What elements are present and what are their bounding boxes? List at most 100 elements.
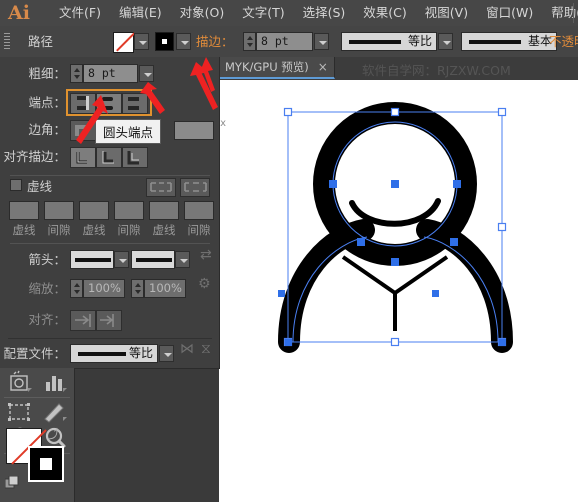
stroke-weight-link[interactable]: 描边：	[196, 26, 234, 58]
stroke-swatch[interactable]	[155, 32, 174, 51]
link-scales-icon[interactable]: ⚙	[198, 276, 211, 292]
arrowhead-label: 箭头：	[28, 252, 66, 267]
panel-weight-dropdown[interactable]	[139, 65, 154, 82]
panel-weight-stepper[interactable]	[70, 64, 83, 83]
menu-item-effect[interactable]: 效果(C)	[354, 0, 415, 26]
illustrator-window: Ai 文件(F) 编辑(E) 对象(O) 文字(T) 选择(S) 效果(C) 视…	[0, 0, 578, 502]
width-profile-panel-dropdown[interactable]	[159, 345, 174, 362]
round-cap-tooltip: 圆头端点	[95, 119, 162, 144]
bbox-handle-mr	[497, 222, 507, 232]
dash-sublabel-6: 间隙	[187, 223, 211, 237]
gap-field-3[interactable]	[184, 201, 214, 220]
width-profile-select[interactable]: 等比	[341, 32, 437, 51]
anchor-bottom-right	[499, 339, 506, 346]
arrowhead-end-dropdown[interactable]	[175, 251, 190, 268]
document-tab-label: MYK/GPU 预览)	[225, 60, 309, 74]
watermark-text: 软件自学网：RJZXW.COM	[362, 63, 511, 78]
stroke-color-swatch[interactable]	[28, 446, 64, 482]
arrowhead-start-dropdown[interactable]	[114, 251, 129, 268]
dash-preserve-exact-button[interactable]	[146, 178, 176, 197]
swap-arrowheads-icon[interactable]: ⇄	[200, 247, 212, 263]
width-profile-panel-select[interactable]: 等比	[70, 344, 158, 363]
document-tab[interactable]: MYK/GPU 预览) ×	[219, 57, 335, 79]
close-icon[interactable]: ×	[318, 61, 328, 73]
brush-definition-select[interactable]: 基本	[461, 32, 557, 51]
dashed-line-checkbox[interactable]	[10, 179, 22, 191]
corner-label: 边角：	[28, 122, 66, 137]
corner-miter-button[interactable]	[70, 120, 96, 141]
extend-arrow-beyond-end-button[interactable]	[70, 310, 96, 331]
dash-field-2[interactable]	[79, 201, 109, 220]
fill-swatch-dropdown[interactable]	[134, 33, 149, 50]
gap-field-2[interactable]	[114, 201, 144, 220]
stroke-weight-field[interactable]: 8 pt	[256, 32, 313, 51]
opacity-link[interactable]: 不透明	[549, 26, 578, 58]
fill-swatch[interactable]	[113, 32, 134, 53]
bbox-handle-bm	[390, 337, 400, 347]
app-logo: Ai	[8, 2, 30, 24]
menu-item-view[interactable]: 视图(V)	[416, 0, 477, 26]
arrow-scale-end-stepper[interactable]	[131, 279, 144, 298]
dash-adjust-button[interactable]	[180, 178, 210, 197]
profile-label: 配置文件：	[3, 346, 66, 361]
dash-field-3[interactable]	[149, 201, 179, 220]
align-stroke-inside-button[interactable]	[96, 147, 122, 168]
object-type-label: 路径	[28, 34, 54, 49]
graph-tool-icon[interactable]	[37, 370, 74, 398]
panel-weight-field[interactable]: 8 pt	[83, 64, 138, 83]
cap-square-button[interactable]	[122, 93, 148, 114]
flip-along-icon[interactable]: ⋈	[180, 341, 194, 357]
dash-sublabel-2: 间隙	[47, 223, 71, 237]
cap-round-button[interactable]	[96, 93, 122, 114]
stroke-swatch-dropdown[interactable]	[176, 33, 191, 50]
cap-label: 端点：	[28, 95, 66, 110]
align-stroke-label: 对齐描边：	[3, 149, 66, 164]
arrowhead-start-select[interactable]	[70, 250, 114, 269]
menu-item-file[interactable]: 文件(F)	[50, 0, 110, 26]
flip-across-icon[interactable]: ⧖	[201, 341, 211, 357]
artboard-tool-icon[interactable]	[2, 370, 39, 398]
stroke-weight-stepper[interactable]	[243, 32, 256, 51]
anchor-head-bl	[357, 238, 365, 246]
knife-tool-icon[interactable]	[37, 399, 74, 427]
width-profile-value: 等比	[407, 34, 432, 48]
anchor-head-bottom	[391, 258, 399, 266]
gap-field-1[interactable]	[44, 201, 74, 220]
panel-weight-value: 8 pt	[88, 66, 116, 80]
menu-item-window[interactable]: 窗口(W)	[477, 0, 542, 26]
bbox-handle-tr	[497, 107, 507, 117]
anchor-head-right	[453, 180, 461, 188]
stroke-weight-value: 8 pt	[261, 34, 289, 48]
stroke-weight-dropdown[interactable]	[314, 33, 329, 50]
anchor-head-left	[329, 180, 337, 188]
anchor-left-shoulder	[278, 290, 285, 297]
arrow-scale-start-value: 100%	[88, 281, 121, 295]
anchor-right-shoulder	[432, 290, 439, 297]
miter-limit-field[interactable]	[174, 121, 214, 140]
stroke-panel: 粗细： 8 pt 端点： 边角： x 对齐描边： 虚线 虚线 间隙 虚线 间隙 …	[0, 57, 226, 369]
width-profile-dropdown[interactable]	[438, 33, 453, 50]
menu-item-object[interactable]: 对象(O)	[171, 0, 234, 26]
slice-tool-icon[interactable]	[2, 399, 39, 427]
menu-item-edit[interactable]: 编辑(E)	[110, 0, 171, 26]
align-stroke-center-button[interactable]	[70, 147, 96, 168]
align-stroke-outside-button[interactable]	[122, 147, 148, 168]
place-arrow-at-end-button[interactable]	[96, 310, 122, 331]
default-fill-stroke-icon[interactable]	[4, 475, 20, 491]
swap-fill-stroke-icon[interactable]: ⤴	[48, 425, 60, 442]
arrowhead-end-select[interactable]	[131, 250, 175, 269]
cap-butt-button[interactable]	[70, 93, 96, 114]
weight-label: 粗细：	[28, 66, 66, 81]
menu-item-type[interactable]: 文字(T)	[233, 0, 293, 26]
dash-sublabel-1: 虚线	[12, 223, 36, 237]
artwork-svg	[278, 102, 513, 353]
control-bar-grip[interactable]	[4, 33, 10, 50]
canvas-area[interactable]	[219, 80, 578, 502]
menu-item-select[interactable]: 选择(S)	[294, 0, 355, 26]
arrow-scale-start-field[interactable]: 100%	[83, 279, 125, 298]
arrow-scale-end-field[interactable]: 100%	[144, 279, 186, 298]
dash-field-1[interactable]	[9, 201, 39, 220]
anchor-bottom-left	[285, 339, 292, 346]
anchor-center	[391, 180, 399, 188]
arrow-scale-start-stepper[interactable]	[70, 279, 83, 298]
